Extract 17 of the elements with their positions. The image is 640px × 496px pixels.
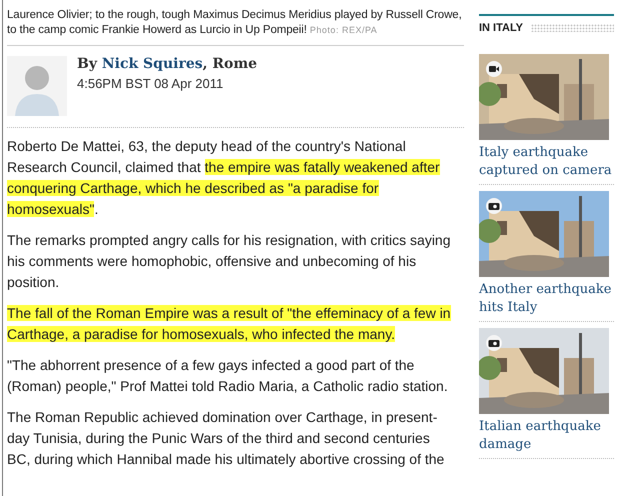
story-link[interactable]: Italian earthquake damage (479, 418, 614, 454)
section-heading: IN ITALY (479, 22, 524, 34)
photo-credit: Photo: REX/PA (310, 25, 378, 35)
article-paragraph: "The abhorrent presence of a few gays infected a good part of the (Roman) people," Prof Mattei told Radio Maria, a Catholic radio station. (7, 356, 449, 396)
story-link[interactable]: Italy earthquake captured on camera (479, 144, 614, 180)
article-paragraph: The remarks prompted angry calls for his resignation, with critics saying his comments were homophobic, offensive and unbecoming of his position. (7, 231, 452, 292)
video-camera-icon (486, 61, 502, 77)
story-link[interactable]: Another earthquake hits Italy (479, 281, 614, 317)
photo-caption: Laurence Olivier; to the rough, tough Maximus Decimus Meridius played by Russell Crowe, to the camp comic Frankie Howerd as Lurcio in Up Pompeii! Photo: REX/PA (7, 8, 463, 38)
author-byline: By Nick Squires, Rome (77, 56, 258, 72)
author-link[interactable]: Nick Squires (102, 56, 203, 72)
publish-date: 4:56PM BST 08 Apr 2011 (77, 76, 224, 91)
camera-icon (486, 335, 502, 351)
author-avatar (7, 56, 67, 116)
article-paragraph: The fall of the Roman Empire was a result of "the effeminacy of a few in Carthage, a paradise for homosexuals, who infected the many. (7, 304, 452, 344)
camera-icon (486, 198, 502, 214)
article-paragraph: The Roman Republic achieved domination over Carthage, in present-day Tunisia, during the Punic Wars of the third and second centuries BC, during which Hannibal made his ultimately abortive crossing of the (7, 408, 446, 469)
